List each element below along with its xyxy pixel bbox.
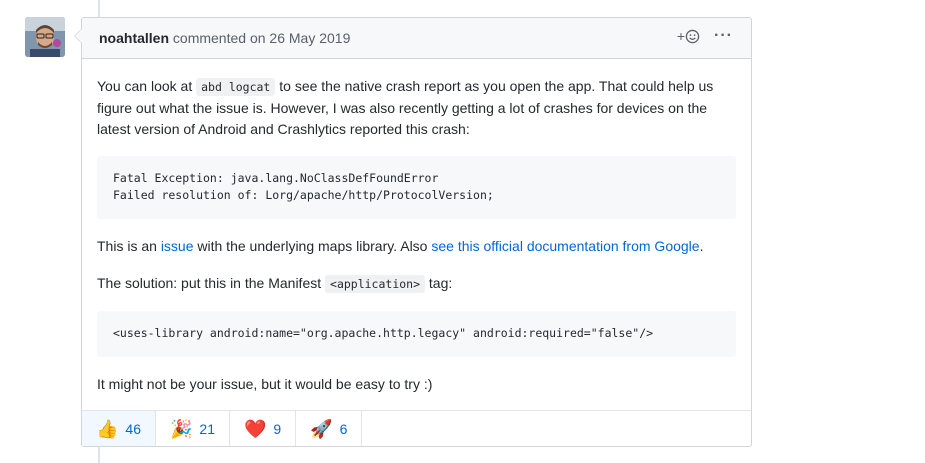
reactions-bar: 👍 46 🎉 21 ❤️ 9 🚀 6: [82, 410, 751, 446]
reaction-count: 6: [339, 420, 348, 437]
comment-meta: noahtallen commented on 26 May 2019: [99, 30, 350, 46]
avatar[interactable]: [25, 17, 65, 57]
add-reaction-button[interactable]: +: [677, 28, 700, 44]
rocket-icon: 🚀: [310, 418, 333, 439]
code-block: Fatal Exception: java.lang.NoClassDefFou…: [97, 156, 736, 219]
comment-actions: + ···: [677, 28, 733, 45]
comment-header: noahtallen commented on 26 May 2019 + ··…: [82, 18, 751, 59]
avatar-image: [25, 17, 65, 57]
reaction-rocket[interactable]: 🚀 6: [296, 411, 363, 446]
paragraph-2: This is an issue with the underlying map…: [97, 236, 736, 257]
comment-body: You can look at abd logcat to see the na…: [82, 59, 751, 395]
thumbs-up-icon: 👍: [96, 418, 119, 439]
text-run: tag:: [425, 275, 453, 291]
text-run: with the underlying maps library. Also: [193, 238, 432, 254]
inline-code: <application>: [325, 275, 426, 293]
comment-action-text: commented on: [172, 30, 266, 46]
text-run: The solution: put this in the Manifest: [97, 275, 326, 291]
heart-icon: ❤️: [244, 418, 267, 439]
more-options-icon[interactable]: ···: [714, 28, 733, 44]
party-popper-icon: 🎉: [170, 418, 193, 439]
paragraph-3: The solution: put this in the Manifest <…: [97, 273, 736, 295]
author-link[interactable]: noahtallen: [99, 30, 169, 46]
reaction-heart[interactable]: ❤️ 9: [230, 411, 297, 446]
paragraph-1: You can look at abd logcat to see the na…: [97, 76, 737, 140]
documentation-link[interactable]: see this official documentation from Goo…: [431, 238, 699, 254]
plus-icon: +: [676, 28, 686, 44]
reaction-thumbs-up[interactable]: 👍 46: [82, 411, 156, 446]
reaction-count: 9: [273, 420, 282, 437]
code-block: <uses-library android:name="org.apache.h…: [97, 311, 736, 357]
issue-link[interactable]: issue: [161, 238, 194, 254]
comment-box: noahtallen commented on 26 May 2019 + ··…: [74, 17, 752, 447]
inline-code: abd logcat: [196, 78, 276, 96]
smiley-icon: [685, 29, 700, 43]
text-run: This is an: [97, 238, 161, 254]
reaction-count: 21: [199, 420, 215, 437]
text-run: .: [699, 238, 704, 254]
comment-pointer-fill: [75, 29, 82, 43]
comment-date[interactable]: 26 May 2019: [269, 30, 350, 46]
paragraph-4: It might not be your issue, but it would…: [97, 376, 433, 392]
reaction-party-popper[interactable]: 🎉 21: [156, 411, 230, 446]
reaction-count: 46: [125, 420, 141, 437]
text-run: You can look at: [97, 78, 197, 94]
